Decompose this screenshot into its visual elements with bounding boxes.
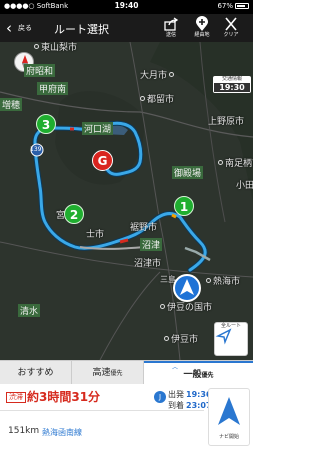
start-navigation-button[interactable]: ナビ開始 xyxy=(208,388,250,446)
route-map[interactable]: 139 交通情報 19:30 東山梨市 大月市 府昭和 甲府南 都留市 増穂 上… xyxy=(0,42,253,360)
city-label: 甲府南 xyxy=(37,82,69,95)
city-label: 小田 xyxy=(236,181,253,191)
goal-marker[interactable]: G xyxy=(92,150,113,171)
route-road-name[interactable]: 熱海函南線 xyxy=(42,427,82,438)
city-label: 都留市 xyxy=(140,92,174,105)
city-label: 御殿場 xyxy=(172,166,204,179)
add-waypoint-label: 経由地 xyxy=(194,32,210,38)
traffic-jam-badge: 渋滞 xyxy=(6,392,26,403)
page-title: ルート選択 xyxy=(54,23,109,36)
arrow-icon xyxy=(215,328,232,345)
city-label: 南足柄市 xyxy=(218,156,253,169)
back-button[interactable]: ‹ 戻る xyxy=(6,19,32,37)
traffic-info-box[interactable]: 交通情報 19:30 xyxy=(213,76,251,93)
city-label: 上野原市 xyxy=(208,117,245,127)
travel-duration: 約3時間31分 xyxy=(27,390,101,404)
city-label: 熱海市 xyxy=(206,274,240,287)
city-label: 伊豆市 xyxy=(164,332,198,345)
city-label: 沼津 xyxy=(140,238,163,251)
city-label: 東山梨市 xyxy=(34,42,77,53)
add-waypoint-icon xyxy=(191,16,213,32)
tab-recommended[interactable]: おすすめ xyxy=(0,361,72,385)
city-label: 清水 xyxy=(18,304,41,317)
city-label: 士市 xyxy=(86,230,105,240)
route-summary: 渋滞 約3時間31分 J 出発 19:36 到着 23:07 151km 熱海函南線… xyxy=(0,384,253,450)
battery-percent: 67% xyxy=(217,2,233,10)
current-location-marker xyxy=(173,274,201,302)
chevron-up-icon[interactable]: ︿ xyxy=(172,362,178,371)
status-bar: ●●●●○ SoftBank 19:40 67% xyxy=(0,0,253,14)
city-label: 沼津市 xyxy=(134,259,162,269)
share-label: 送信 xyxy=(165,32,176,38)
city-label: 大月市 xyxy=(140,68,176,81)
tab-general-road-priority[interactable]: 一般優先 xyxy=(144,361,253,385)
depart-label: 出発 xyxy=(168,390,184,399)
navigation-arrow-icon xyxy=(218,397,240,425)
start-navigation-label: ナビ開始 xyxy=(218,434,239,440)
chevron-left-icon: ‹ xyxy=(6,18,12,37)
traffic-info-label: 交通情報 xyxy=(221,76,242,82)
tab-highway-priority[interactable]: 高速優先 xyxy=(72,361,144,385)
route-number-label: 139 xyxy=(30,146,42,153)
navigation-arrow-icon xyxy=(180,279,194,295)
city-label: 増穂 xyxy=(0,98,23,111)
city-label: 府昭和 xyxy=(24,64,56,77)
waypoint-1-marker[interactable]: 1 xyxy=(174,196,194,216)
add-waypoint-button[interactable]: 経由地 xyxy=(191,16,213,41)
nav-bar: ‹ 戻る ルート選択 送信 経由地 クリア xyxy=(0,14,253,42)
waypoint-2-marker[interactable]: 2 xyxy=(64,204,84,224)
battery-icon xyxy=(235,3,249,9)
clear-label: クリア xyxy=(223,32,239,38)
city-label: 河口湖 xyxy=(82,122,114,135)
clock-icon: J xyxy=(154,391,166,403)
divider xyxy=(0,410,204,411)
share-button[interactable]: 送信 xyxy=(160,16,182,41)
clear-button[interactable]: クリア xyxy=(220,16,242,41)
back-label: 戻る xyxy=(18,24,32,32)
traffic-info-time: 19:30 xyxy=(214,83,250,92)
share-icon xyxy=(160,16,182,32)
city-label: 裾野市 xyxy=(130,223,158,233)
all-route-button[interactable]: 全ルート xyxy=(214,322,248,356)
waypoint-3-marker[interactable]: 3 xyxy=(36,114,56,134)
close-icon xyxy=(220,16,242,32)
route-type-tabs: おすすめ 高速優先 一般優先 xyxy=(0,360,253,385)
clock: 19:40 xyxy=(114,1,139,10)
battery-indicator: 67% xyxy=(217,2,249,10)
route-distance: 151km xyxy=(8,426,40,436)
schedule-times: 出発 19:36 到着 23:07 xyxy=(168,389,211,411)
